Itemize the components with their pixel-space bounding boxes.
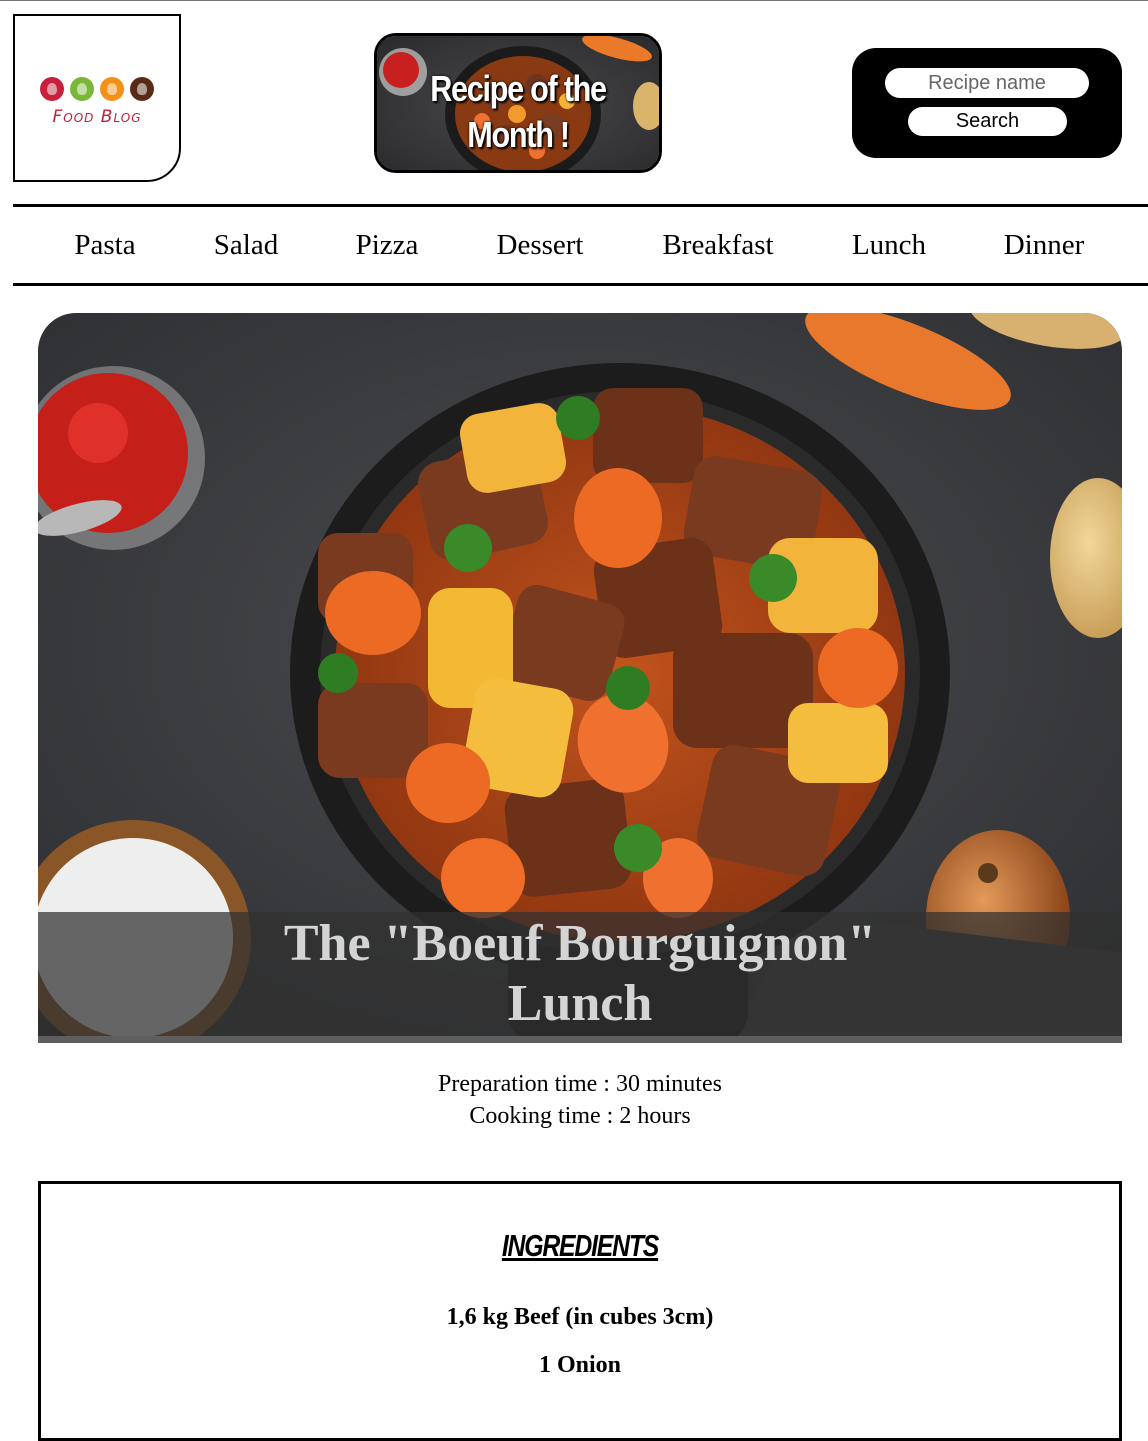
search-button[interactable]: Search bbox=[908, 107, 1067, 136]
recipe-of-month-title: Recipe of the Month ! bbox=[430, 68, 607, 155]
nav-item-pasta[interactable]: Pasta bbox=[74, 229, 135, 262]
category-nav: Pasta Salad Pizza Dessert Breakfast Lunc… bbox=[13, 204, 1148, 286]
ingredients-panel: INGREDIENTS 1,6 kg Beef (in cubes 3cm) 1… bbox=[38, 1181, 1122, 1441]
hero-caption: The "Boeuf Bourguignon" Lunch bbox=[38, 912, 1122, 1036]
broccoli-icon bbox=[70, 77, 94, 101]
nav-item-breakfast[interactable]: Breakfast bbox=[662, 229, 773, 262]
nav-item-dessert[interactable]: Dessert bbox=[497, 229, 584, 262]
ingredient-item: 1 Onion bbox=[538, 1352, 622, 1378]
hero-bottom-bar bbox=[38, 1036, 1122, 1043]
chili-icon bbox=[40, 77, 64, 101]
logo-text: Food Blog bbox=[52, 107, 142, 127]
nav-item-lunch[interactable]: Lunch bbox=[852, 229, 926, 262]
hero-recipe[interactable]: The "Boeuf Bourguignon" Lunch bbox=[38, 313, 1122, 1043]
hero-category: Lunch bbox=[507, 975, 653, 1032]
nav-item-salad[interactable]: Salad bbox=[214, 229, 278, 262]
nav-item-pizza[interactable]: Pizza bbox=[356, 229, 419, 262]
recipe-times: Preparation time : 30 minutes Cooking ti… bbox=[0, 1068, 1148, 1132]
cupcake-icon bbox=[130, 77, 154, 101]
ingredient-item: 1,6 kg Beef (in cubes 3cm) bbox=[446, 1304, 714, 1330]
logo[interactable]: Food Blog bbox=[13, 14, 181, 182]
preparation-time: Preparation time : 30 minutes bbox=[438, 1071, 722, 1097]
top-border bbox=[0, 0, 1148, 1]
cooking-time: Cooking time : 2 hours bbox=[469, 1103, 691, 1129]
nav-item-dinner[interactable]: Dinner bbox=[1004, 229, 1085, 262]
hero-title: The "Boeuf Bourguignon" bbox=[283, 915, 877, 972]
orange-icon bbox=[100, 77, 124, 101]
search-input[interactable] bbox=[885, 68, 1089, 98]
logo-icons bbox=[40, 77, 154, 101]
ingredients-title: INGREDIENTS bbox=[501, 1228, 659, 1263]
search-panel: Search bbox=[852, 48, 1122, 158]
recipe-of-month-banner[interactable]: Recipe of the Month ! bbox=[374, 33, 662, 173]
